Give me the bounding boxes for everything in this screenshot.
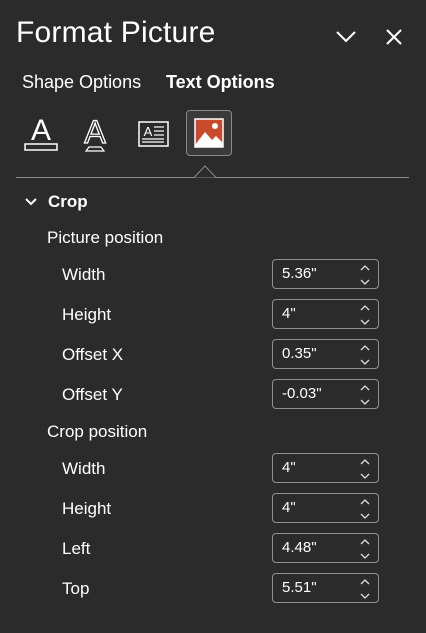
text-box-icon: A xyxy=(138,121,169,147)
crop-top-label: Top xyxy=(62,579,90,598)
spinner-value: 5.51" xyxy=(282,579,317,596)
crop-width-label: Width xyxy=(62,459,106,478)
close-pane-button[interactable] xyxy=(379,22,409,52)
svg-text:A: A xyxy=(84,114,106,150)
crop-height-label: Height xyxy=(62,499,112,518)
text-box-button[interactable]: A xyxy=(130,110,176,156)
crop-section-label: Crop xyxy=(48,192,88,211)
spinner-value: 0.35" xyxy=(282,345,317,362)
picture-icon xyxy=(194,118,224,148)
picture-position-label: Picture position xyxy=(47,228,164,247)
spin-arrows-icon[interactable] xyxy=(359,457,371,481)
offset-y-label: Offset Y xyxy=(62,385,123,404)
collapse-pane-button[interactable] xyxy=(331,22,361,52)
spinner-value: 4" xyxy=(282,459,296,476)
spinner-value: -0.03" xyxy=(282,385,322,402)
offset-x-label: Offset X xyxy=(62,345,124,364)
spin-arrows-icon[interactable] xyxy=(359,343,371,367)
picture-width-label: Width xyxy=(62,265,106,284)
spinner-value: 4" xyxy=(282,499,296,516)
tab-shape-options[interactable]: Shape Options xyxy=(22,72,141,93)
spin-arrows-icon[interactable] xyxy=(359,383,371,407)
crop-left-label: Left xyxy=(62,539,91,558)
text-outline-icon: A xyxy=(84,113,107,152)
spin-arrows-icon[interactable] xyxy=(359,497,371,521)
text-outline-button[interactable]: A xyxy=(72,110,118,156)
crop-position-label: Crop position xyxy=(47,422,148,441)
spin-arrows-icon[interactable] xyxy=(359,537,371,561)
offset-x-spinner[interactable]: 0.35" xyxy=(272,339,379,369)
crop-width-spinner[interactable]: 4" xyxy=(272,453,379,483)
picture-height-spinner[interactable]: 4" xyxy=(272,299,379,329)
offset-y-spinner[interactable]: -0.03" xyxy=(272,379,379,409)
close-icon xyxy=(386,29,402,45)
spinner-value: 4.48" xyxy=(282,539,317,556)
svg-text:A: A xyxy=(144,124,153,139)
spin-arrows-icon[interactable] xyxy=(359,263,371,287)
text-fill-icon: A xyxy=(24,114,58,151)
selected-tab-indicator xyxy=(194,165,216,178)
crop-top-spinner[interactable]: 5.51" xyxy=(272,573,379,603)
picture-height-label: Height xyxy=(62,305,112,324)
spin-arrows-icon[interactable] xyxy=(359,577,371,601)
svg-text:A: A xyxy=(31,114,51,147)
spinner-value: 4" xyxy=(282,305,296,322)
crop-left-spinner[interactable]: 4.48" xyxy=(272,533,379,563)
pane-title: Format Picture xyxy=(16,16,216,49)
chevron-down-icon xyxy=(336,31,356,43)
chevron-down-icon xyxy=(25,198,37,206)
spinner-value: 5.36" xyxy=(282,265,317,282)
crop-section-header[interactable]: Crop xyxy=(24,192,88,212)
picture-width-spinner[interactable]: 5.36" xyxy=(272,259,379,289)
crop-height-spinner[interactable]: 4" xyxy=(272,493,379,523)
spin-arrows-icon[interactable] xyxy=(359,303,371,327)
text-fill-button[interactable]: A xyxy=(18,110,64,156)
tab-text-options[interactable]: Text Options xyxy=(166,72,275,93)
picture-button[interactable] xyxy=(186,110,232,156)
